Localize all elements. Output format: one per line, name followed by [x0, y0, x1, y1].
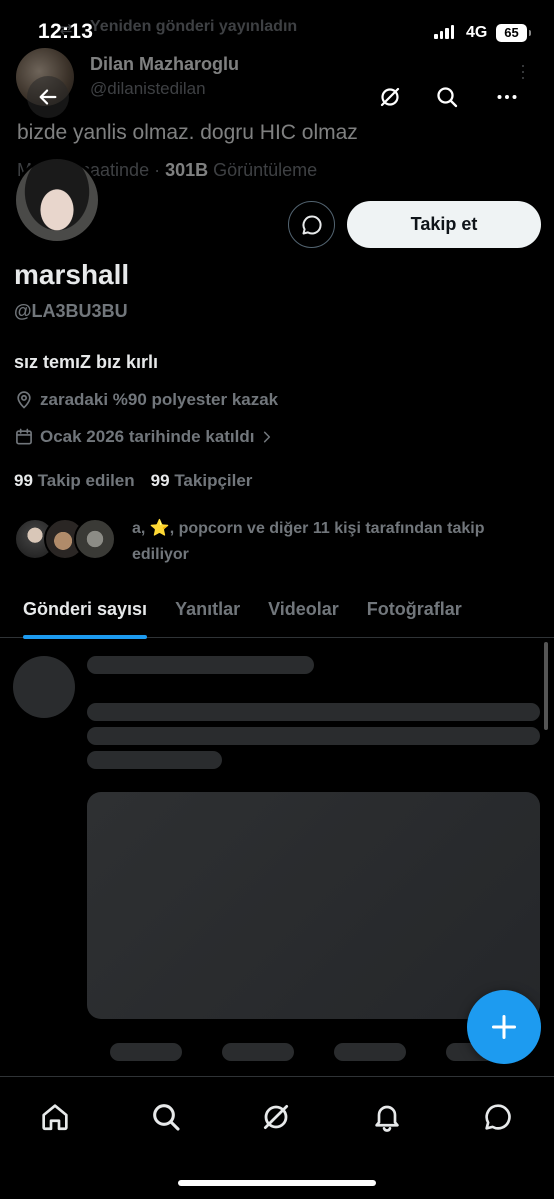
joined-text: Ocak 2026 tarihinde katıldı: [40, 427, 255, 446]
skeleton-avatar: [13, 656, 75, 718]
tweet-more-icon[interactable]: · · ·: [520, 56, 526, 86]
followers-count: 99: [150, 471, 170, 490]
calendar-icon: [16, 428, 32, 445]
nav-grok[interactable]: [256, 1097, 296, 1137]
home-indicator: [178, 1180, 376, 1186]
chevron-right-icon: [264, 431, 271, 443]
profile-bio: sız temıZ bız kırlı: [14, 352, 159, 372]
mutual-followers[interactable]: a, ⭐, popcorn ve diğer 11 kişi tarafında…: [14, 516, 542, 568]
skeleton-line: [87, 703, 540, 721]
plus-icon: [491, 1014, 517, 1040]
more-button[interactable]: [486, 76, 528, 118]
arrow-left-icon: [39, 89, 57, 105]
repost-icon: ⇄: [60, 21, 73, 38]
back-button[interactable]: [27, 76, 69, 118]
following-link[interactable]: 99 Takip edilen: [14, 471, 135, 491]
follow-button[interactable]: Takip et: [347, 201, 541, 248]
mutual-followers-text: a, ⭐, popcorn ve diğer 11 kişi tarafında…: [132, 520, 485, 563]
profile-joined[interactable]: Ocak 2026 tarihinde katıldı: [14, 427, 274, 447]
mutual-avatars: [14, 516, 118, 562]
repost-label: Yeniden gönderi yayınladın: [90, 18, 298, 35]
nav-search[interactable]: [146, 1097, 186, 1137]
grok-icon: [380, 87, 400, 107]
search-icon: [153, 1104, 180, 1131]
followers-label: Takipçiler: [174, 471, 253, 490]
profile-tabs: Gönderi sayısı Yanıtlar Videolar Fotoğra…: [0, 580, 554, 639]
skeleton-line: [87, 656, 314, 674]
search-button[interactable]: [426, 76, 468, 118]
profile-avatar[interactable]: [13, 156, 101, 244]
location-text: zaradaki %90 polyester kazak: [40, 390, 279, 409]
nav-messages[interactable]: [478, 1097, 518, 1137]
messages-icon: [485, 1104, 511, 1130]
profile-display-name: marshall: [14, 259, 130, 290]
skeleton-action: [222, 1043, 294, 1061]
following-label: Takip edilen: [37, 471, 135, 490]
tab-replies[interactable]: Yanıtlar: [175, 580, 240, 638]
following-count: 99: [14, 471, 33, 490]
skeleton-line: [87, 751, 222, 769]
tab-photos[interactable]: Fotoğraflar: [367, 580, 462, 638]
tweet-author-name[interactable]: Dilan Mazharoglu: [90, 54, 239, 75]
profile-handle: @LA3BU3BU: [14, 301, 128, 321]
location-pin-icon: [17, 391, 31, 409]
search-icon: [437, 87, 458, 108]
skeleton-action: [110, 1043, 182, 1061]
nav-notifications[interactable]: [367, 1097, 407, 1137]
scrollbar[interactable]: [544, 642, 548, 730]
followers-link[interactable]: 99 Takipçiler: [151, 471, 253, 491]
more-dots-icon: [497, 95, 517, 99]
follow-stats: 99 Takip edilen 99 Takipçiler: [14, 471, 252, 491]
skeleton-line: [87, 727, 540, 745]
tweet-views-label: Görüntüleme: [208, 160, 318, 180]
avatar: [74, 518, 116, 560]
tweet-views-count: 301B: [165, 160, 209, 180]
tweet-author-handle[interactable]: @dilanistedilan: [90, 79, 206, 99]
profile-location: zaradaki %90 polyester kazak: [14, 390, 278, 410]
tweet-text: bizde yanlis olmaz. dogru HIC olmaz: [17, 121, 358, 144]
notifications-bell-icon: [375, 1105, 399, 1132]
nav-home[interactable]: [35, 1097, 75, 1137]
battery-indicator: 65: [496, 24, 531, 42]
grok-icon: [263, 1104, 289, 1130]
message-bubble-icon: [301, 214, 322, 234]
network-type: 4G: [466, 24, 488, 41]
message-button[interactable]: [288, 201, 335, 248]
tab-posts[interactable]: Gönderi sayısı: [23, 580, 148, 639]
cellular-signal-icon: [434, 25, 454, 39]
grok-button[interactable]: [369, 76, 411, 118]
compose-button[interactable]: [467, 990, 541, 1064]
home-icon: [42, 1104, 68, 1131]
skeleton-action: [334, 1043, 406, 1061]
skeleton-media: [87, 792, 540, 1019]
tab-videos[interactable]: Videolar: [268, 580, 339, 638]
